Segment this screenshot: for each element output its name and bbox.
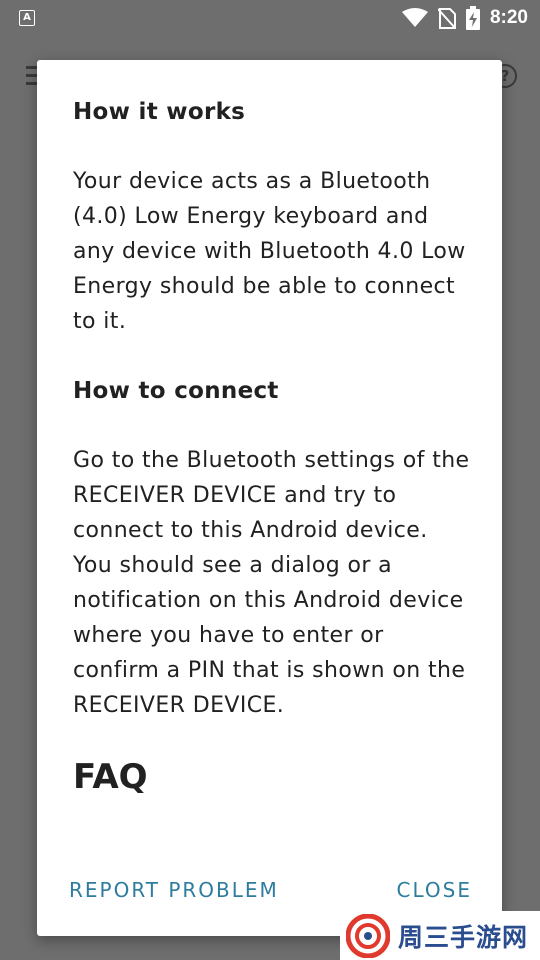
help-dialog: How it works Your device acts as a Bluet…	[37, 60, 502, 936]
status-time: 8:20	[489, 7, 528, 28]
watermark: 周三手游网	[340, 911, 540, 960]
battery-charging-icon	[465, 6, 480, 30]
app-notification-icon: A	[19, 10, 35, 26]
how-it-works-text: Your device acts as a Bluetooth (4.0) Lo…	[73, 169, 466, 334]
watermark-logo-icon	[346, 913, 390, 958]
heading-how-to-connect: How to connect	[73, 378, 279, 404]
no-sim-icon	[437, 8, 456, 29]
status-icons: 8:20	[401, 6, 528, 30]
close-button[interactable]: CLOSE	[397, 878, 472, 902]
wifi-icon	[401, 8, 428, 27]
how-to-connect-text: Go to the Bluetooth settings of the RECE…	[73, 448, 470, 718]
watermark-text: 周三手游网	[398, 922, 529, 952]
report-problem-button[interactable]: REPORT PROBLEM	[69, 878, 279, 902]
dialog-scroll-content[interactable]: How it works Your device acts as a Bluet…	[73, 94, 473, 850]
status-bar: A 8:20	[0, 0, 540, 36]
heading-faq: FAQ	[73, 757, 148, 797]
heading-how-it-works: How it works	[73, 99, 246, 125]
